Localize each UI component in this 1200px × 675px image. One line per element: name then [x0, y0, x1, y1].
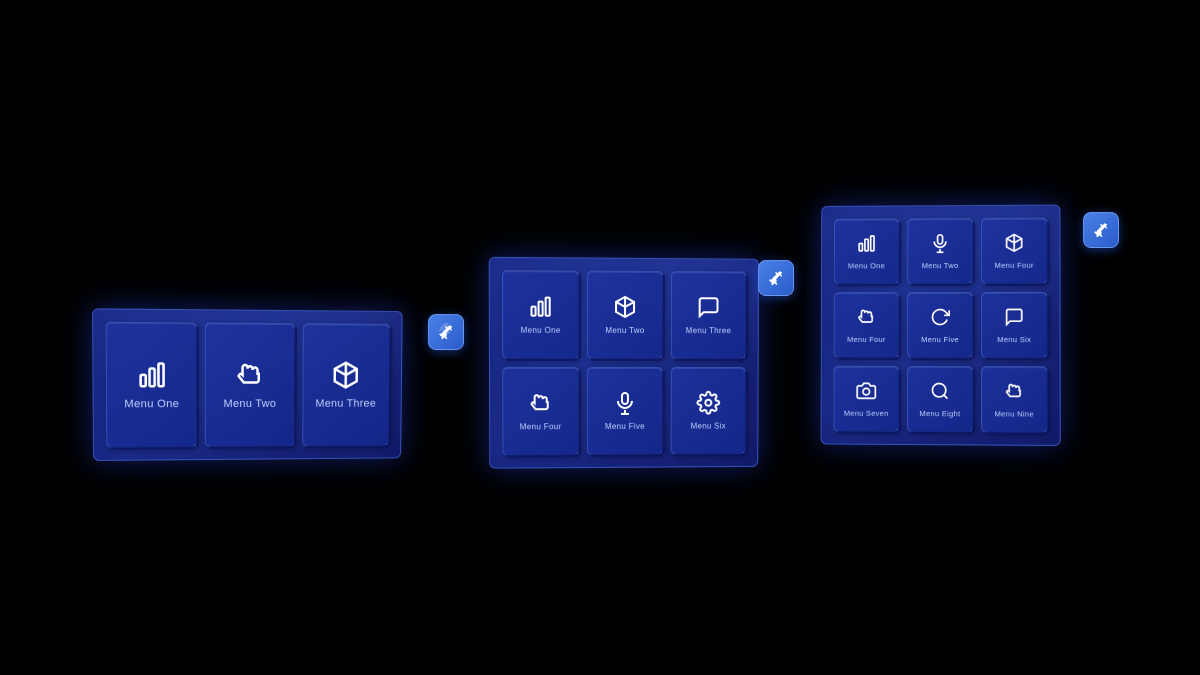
hand-icon-p3-4b	[856, 307, 876, 331]
menu-item-p3-7[interactable]: Menu Seven	[833, 366, 899, 432]
hand-icon-p3-9	[1004, 381, 1024, 405]
menu-label-p3-4b: Menu Four	[847, 334, 886, 343]
menu-item-p3-5[interactable]: Menu Five	[907, 292, 973, 358]
menu-item-p2-4[interactable]: Menu Four	[502, 367, 579, 456]
bar-chart-icon-p3-1	[857, 233, 877, 257]
menu-item-p3-6[interactable]: Menu Six	[981, 292, 1047, 358]
menu-item-p1-2[interactable]: Menu Two	[205, 322, 294, 447]
menu-label-p3-1: Menu One	[848, 261, 885, 270]
menu-label-p3-2: Menu Two	[922, 261, 959, 270]
cube-icon-p3-4	[1004, 232, 1024, 256]
menu-label-p2-4: Menu Four	[520, 422, 562, 431]
menu-item-p2-5[interactable]: Menu Five	[587, 367, 663, 455]
menu-item-p2-3[interactable]: Menu Three	[671, 271, 746, 359]
menu-item-p3-8[interactable]: Menu Eight	[907, 366, 973, 432]
search-icon-p3-8	[930, 381, 950, 405]
menu-item-p3-4a[interactable]: Menu Four	[981, 218, 1047, 284]
panel-3: Menu One Menu Two Menu Four	[821, 205, 1061, 446]
menu-label-p3-4a: Menu Four	[995, 260, 1034, 269]
menu-label-p1-2: Menu Two	[223, 398, 276, 410]
cube-icon-p2-2	[613, 295, 637, 322]
mic-icon-p3-2	[930, 233, 950, 257]
menu-label-p2-1: Menu One	[520, 326, 560, 335]
mic-icon-p2-5	[613, 391, 637, 418]
menu-item-p2-1[interactable]: Menu One	[502, 270, 579, 359]
menu-label-p1-3: Menu Three	[315, 398, 376, 410]
message-icon-p2-3	[697, 295, 721, 322]
pin-icon-1	[437, 323, 455, 341]
refresh-icon-p3-5	[930, 306, 950, 330]
menu-item-p1-1[interactable]: Menu One	[106, 322, 198, 448]
bar-chart-icon-p2-1	[528, 294, 552, 321]
menu-item-p3-9[interactable]: Menu Nine	[981, 366, 1048, 433]
message-icon-p3-6	[1004, 306, 1024, 330]
menu-label-p3-7: Menu Seven	[844, 408, 889, 417]
menu-label-p3-9: Menu Nine	[995, 409, 1034, 418]
menu-label-p1-1: Menu One	[124, 398, 179, 410]
hand-icon	[235, 360, 265, 394]
menu-label-p2-2: Menu Two	[605, 326, 644, 335]
menu-item-p3-1[interactable]: Menu One	[834, 218, 899, 284]
cube-icon	[331, 360, 361, 394]
menu-item-p3-4b[interactable]: Menu Four	[834, 292, 900, 358]
pin-icon-3	[1092, 221, 1110, 239]
pin-button-2[interactable]	[758, 260, 794, 296]
pin-icon-2	[767, 269, 785, 287]
menu-item-p3-2[interactable]: Menu Two	[907, 218, 973, 284]
menu-label-p2-5: Menu Five	[605, 422, 645, 431]
pin-button-1[interactable]	[428, 314, 464, 350]
bar-chart-icon	[136, 360, 167, 394]
hand-icon-p2-4	[529, 391, 553, 418]
menu-label-p2-6: Menu Six	[691, 422, 726, 431]
menu-label-p3-5: Menu Five	[921, 334, 959, 343]
menu-label-p3-6: Menu Six	[997, 335, 1031, 344]
scene: Menu One Menu Two Menu Three	[0, 0, 1200, 675]
menu-item-p1-3[interactable]: Menu Three	[302, 323, 390, 446]
pin-button-3[interactable]	[1083, 212, 1119, 248]
panel-2: Menu One Menu Two Menu Three	[489, 257, 759, 469]
gear-icon-p2-6	[696, 391, 720, 418]
panel-1: Menu One Menu Two Menu Three	[92, 308, 403, 461]
menu-item-p2-6[interactable]: Menu Six	[671, 367, 746, 455]
camera-icon-p3-7	[856, 380, 876, 404]
menu-label-p3-8: Menu Eight	[919, 409, 960, 418]
menu-label-p2-3: Menu Three	[686, 326, 731, 335]
menu-item-p2-2[interactable]: Menu Two	[587, 271, 663, 359]
